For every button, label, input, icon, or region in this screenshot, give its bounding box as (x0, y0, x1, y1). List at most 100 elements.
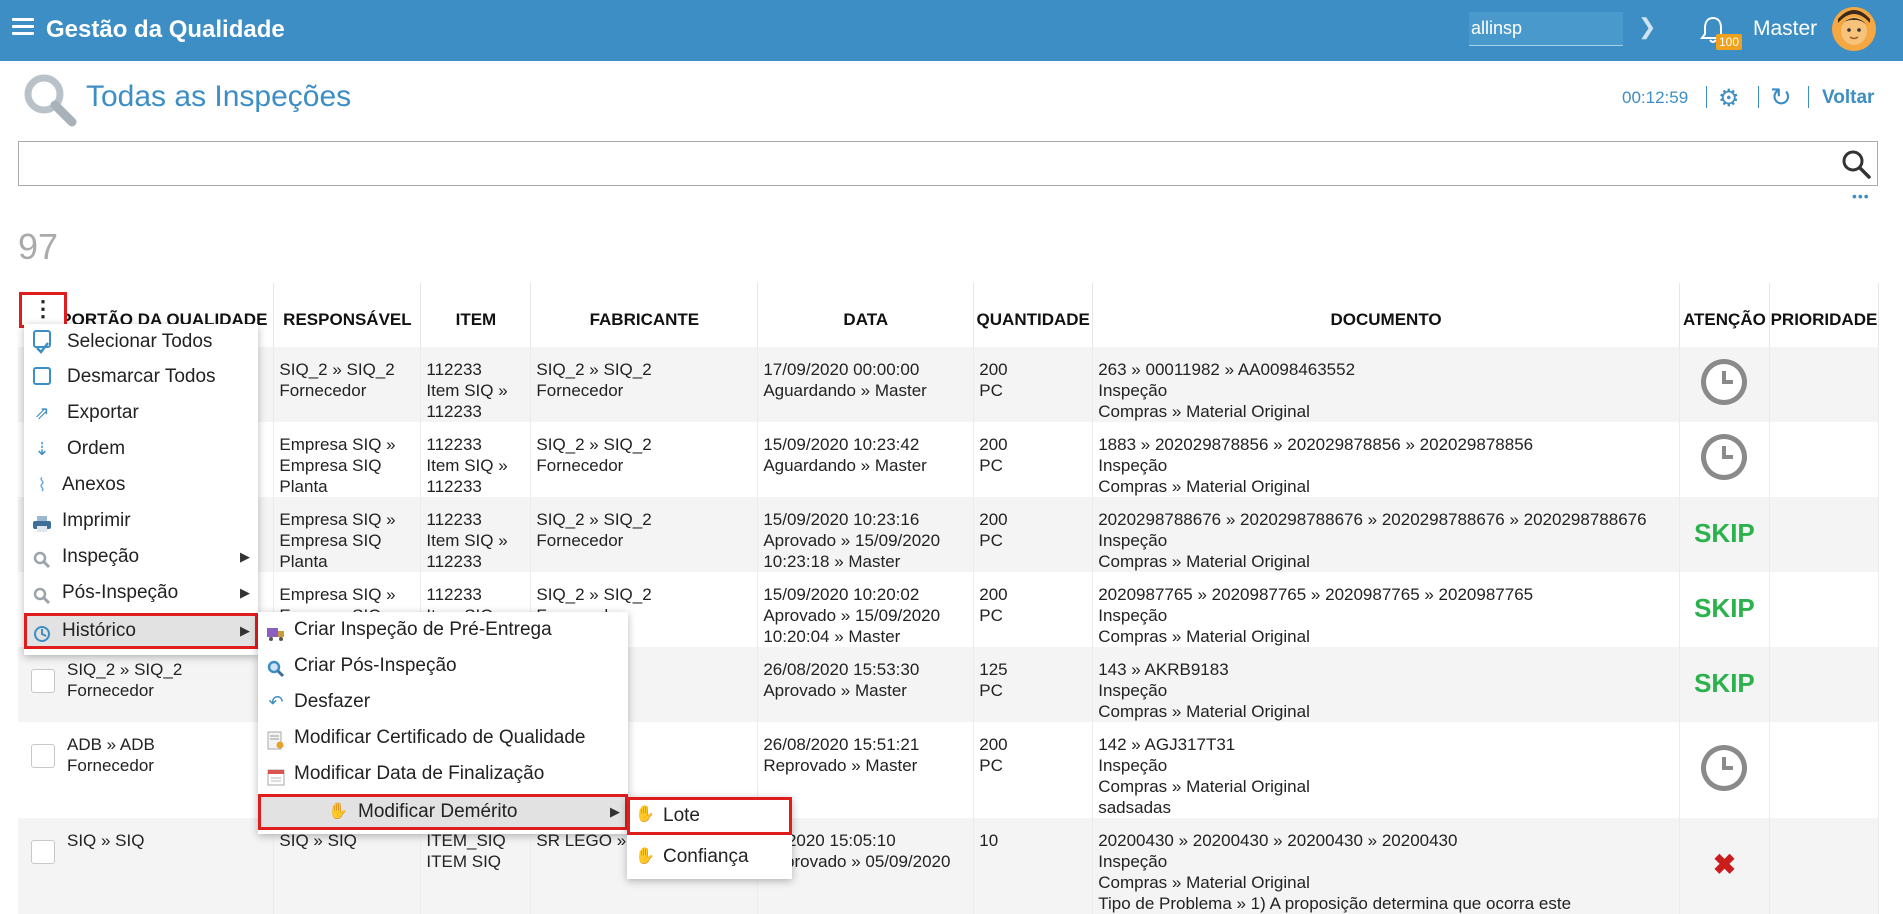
cell-quantidade: 200 PC (973, 572, 1094, 647)
cell-prioridade (1769, 818, 1880, 914)
app-title: Gestão da Qualidade (46, 16, 285, 43)
gear-icon[interactable]: ⚙ (1718, 84, 1740, 113)
hand-icon: ✋ (635, 848, 655, 865)
clock-icon (1701, 434, 1748, 480)
cell-prioridade (1769, 497, 1880, 572)
hand-icon: ✋ (635, 806, 655, 823)
session-timer: 00:12:59 (1622, 88, 1689, 107)
cell-atencao: SKIP (1679, 572, 1770, 647)
magnifier-icon (266, 656, 286, 678)
table-row[interactable]: Empresa SIQ » Empresa SIQ Planta 112233 I… (18, 422, 1880, 497)
column-header-quantidade[interactable]: QUANTIDADE (973, 283, 1094, 347)
hamburger-menu-icon[interactable] (12, 18, 34, 36)
sort-icon: ⇣ (34, 439, 50, 459)
user-name[interactable]: Master (1753, 17, 1817, 41)
refresh-icon[interactable]: ↻ (1770, 82, 1792, 113)
menu-item-select-all[interactable]: Selecionar Todos (24, 324, 258, 359)
magnifier-icon (32, 583, 52, 605)
cell-item: 112233 Item SIQ » 112233 (420, 347, 532, 422)
checkbox-empty-icon (33, 367, 51, 385)
column-header-item[interactable]: ITEM (420, 283, 532, 347)
company-input[interactable] (1469, 12, 1623, 46)
menu-item-history[interactable]: Histórico ▶ (24, 613, 258, 649)
caret-right-icon: ▶ (240, 623, 250, 638)
table-row[interactable]: SIQ_2 » SIQ_2 Fornecedor 112233 Item SIQ … (18, 347, 1880, 422)
chevron-right-icon[interactable]: ❯ (1638, 14, 1656, 40)
menu-label: Imprimir (62, 510, 131, 531)
paperclip-icon: ⌇ (37, 475, 47, 495)
menu-item-post-inspection[interactable]: Pós-Inspeção ▶ (24, 575, 258, 611)
notification-badge: 100 (1716, 34, 1743, 50)
export-icon: ⇗ (34, 403, 50, 423)
table-header-row: PORTÃO DA QUALIDADE RESPONSÁVEL ITEM FAB… (18, 283, 1880, 347)
menu-label: Modificar Data de Finalização (294, 763, 545, 784)
column-header-prioridade[interactable]: PRIORIDADE (1769, 283, 1880, 347)
submenu-item-create-post-inspection[interactable]: Criar Pós-Inspeção (258, 648, 628, 684)
search-icon[interactable] (1840, 148, 1872, 180)
divider (1808, 86, 1809, 108)
column-header-fabricante[interactable]: FABRICANTE (530, 283, 759, 347)
cell-atencao: SKIP (1679, 647, 1770, 722)
menu-label: Criar Pós-Inspeção (294, 655, 457, 676)
submenu-item-lot[interactable]: ✋ Lote (627, 797, 792, 835)
more-options-icon[interactable]: ••• (1852, 188, 1870, 204)
skip-badge: SKIP (1694, 667, 1755, 698)
submenu-item-confidence[interactable]: ✋ Confiança (627, 839, 792, 875)
menu-label: Criar Inspeção de Pré-Entrega (294, 619, 552, 640)
column-header-responsavel[interactable]: RESPONSÁVEL (273, 283, 422, 347)
column-header-atencao[interactable]: ATENÇÃO (1679, 283, 1770, 347)
cell-fabricante: SIQ_2 » SIQ_2 Fornecedor (530, 497, 759, 572)
clock-icon (1701, 744, 1748, 791)
menu-item-attachments[interactable]: ⌇ Anexos (24, 467, 258, 503)
cell-data: 15/09/2020 10:23:16 Aprovado » 15/09/202… (757, 497, 975, 572)
cell-quantidade: 125 PC (973, 647, 1094, 722)
submenu-item-undo[interactable]: ↶ Desfazer (258, 684, 628, 720)
cell-documento: 20200430 » 20200430 » 20200430 » 2020043… (1092, 818, 1680, 914)
actions-menu-button[interactable]: ⋮ (19, 292, 67, 328)
avatar[interactable] (1832, 7, 1876, 51)
demerit-submenu: ✋ Lote ✋ Confiança (627, 797, 792, 879)
printer-icon (32, 511, 52, 532)
menu-label: Pós-Inspeção (62, 582, 179, 603)
menu-label: Lote (663, 805, 700, 826)
search-input[interactable] (18, 141, 1878, 186)
history-icon (32, 621, 52, 642)
column-header-data[interactable]: DATA (757, 283, 975, 347)
submenu-item-modify-certificate[interactable]: Modificar Certificado de Qualidade (258, 720, 628, 756)
table-row[interactable]: Empresa SIQ » Empresa SIQ Planta 112233 I… (18, 497, 1880, 572)
skip-badge: SKIP (1694, 517, 1755, 548)
menu-label: Confiança (663, 846, 749, 867)
menu-item-order[interactable]: ⇣ Ordem (24, 431, 258, 467)
menu-item-export[interactable]: ⇗ Exportar (24, 395, 258, 431)
cell-responsavel: Empresa SIQ » Empresa SIQ Planta (273, 422, 422, 497)
submenu-item-modify-date[interactable]: Modificar Data de Finalização (258, 756, 628, 792)
row-checkbox[interactable] (31, 744, 55, 768)
cell-data: 17/09/2020 00:00:00 Aguardando » Master (757, 347, 975, 422)
menu-label: Desmarcar Todos (67, 366, 216, 387)
cell-prioridade (1769, 347, 1880, 422)
actions-menu: Selecionar Todos Desmarcar Todos ⇗ Expor… (24, 324, 258, 655)
submenu-item-modify-demerit[interactable]: ✋ Modificar Demérito ▶ (258, 794, 628, 830)
menu-item-deselect-all[interactable]: Desmarcar Todos (24, 359, 258, 395)
menu-item-print[interactable]: Imprimir (24, 503, 258, 539)
caret-right-icon: ▶ (610, 804, 620, 819)
magnifier-icon (24, 74, 77, 127)
cell-quantidade: 10 (973, 818, 1094, 914)
divider (1706, 86, 1707, 108)
menu-label: Selecionar Todos (67, 331, 213, 352)
menu-label: Anexos (62, 474, 126, 495)
cell-data: 15/09/2020 10:20:02 Aprovado » 15/09/202… (757, 572, 975, 647)
cell-fabricante: SIQ_2 » SIQ_2 Fornecedor (530, 347, 759, 422)
back-link[interactable]: Voltar (1822, 87, 1874, 109)
cell-prioridade (1769, 647, 1880, 722)
menu-label: Desfazer (294, 691, 371, 712)
submenu-item-create-pre-delivery[interactable]: Criar Inspeção de Pré-Entrega (258, 612, 628, 648)
menu-label: Modificar Certificado de Qualidade (294, 727, 586, 748)
column-header-documento[interactable]: DOCUMENTO (1092, 283, 1680, 347)
cell-quantidade: 200 PC (973, 497, 1094, 572)
cell-prioridade (1769, 422, 1880, 497)
page-title: Todas as Inspeções (86, 80, 352, 113)
menu-item-inspection[interactable]: Inspeção ▶ (24, 539, 258, 575)
row-checkbox[interactable] (31, 669, 55, 693)
row-checkbox[interactable] (31, 840, 55, 864)
